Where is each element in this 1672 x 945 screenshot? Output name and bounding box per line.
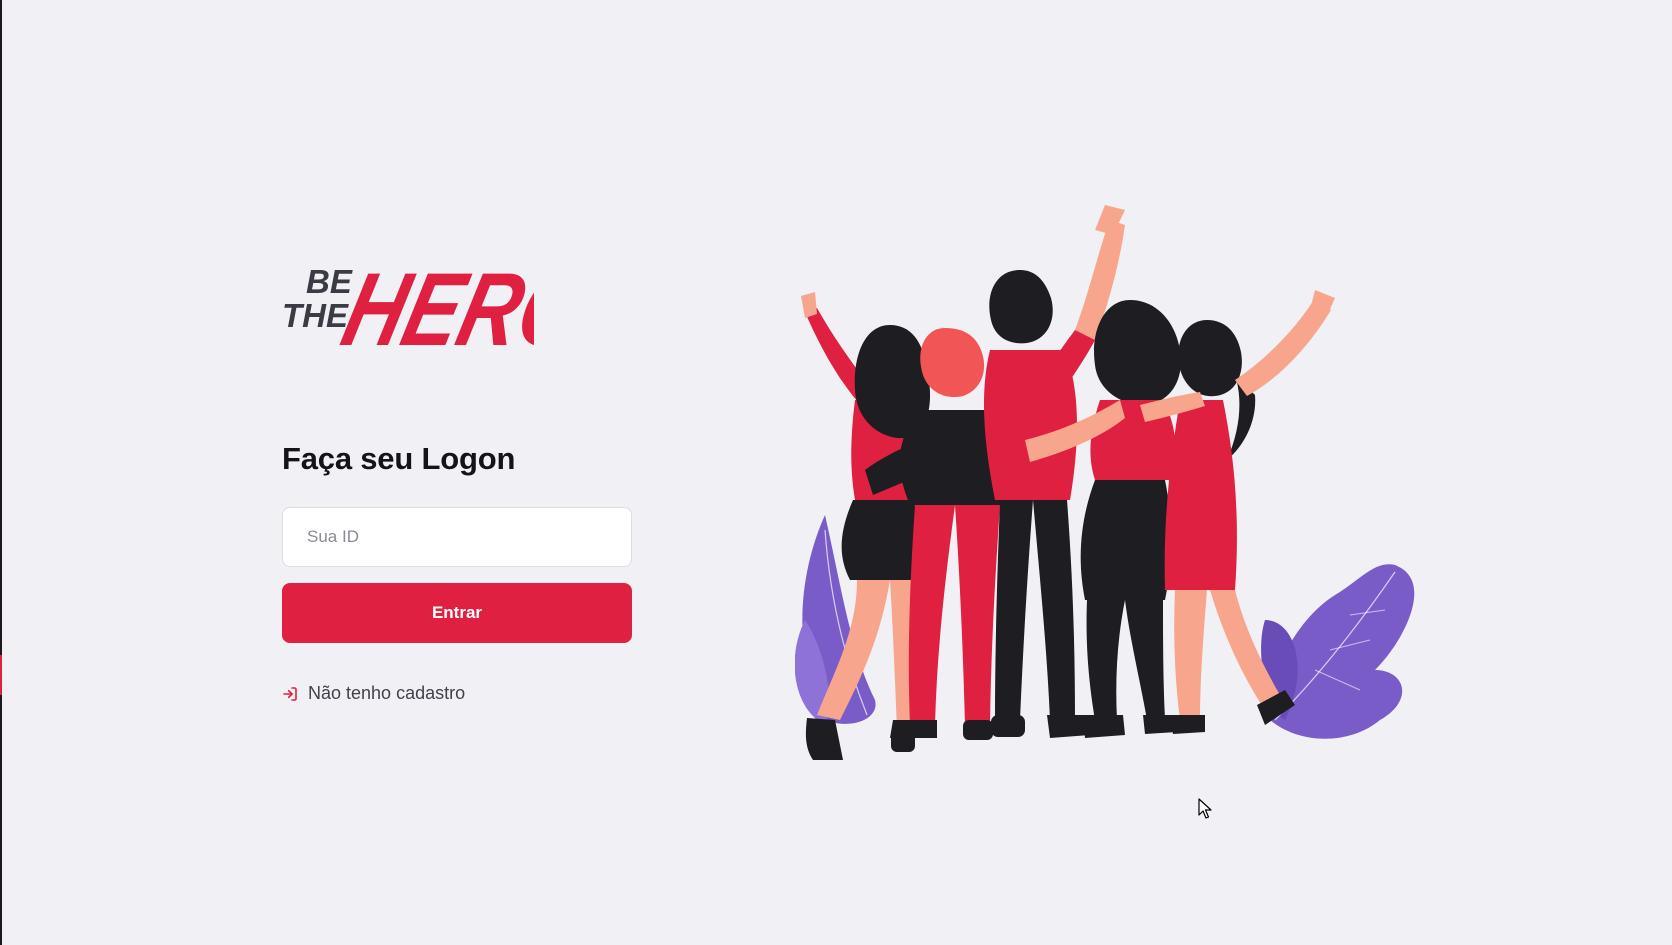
plant-right xyxy=(1261,564,1415,739)
be-the-hero-logo: BE THE HERO xyxy=(282,253,534,357)
page-title: Faça seu Logon xyxy=(282,441,516,476)
register-link[interactable]: Não tenho cadastro xyxy=(282,683,632,704)
mouse-cursor-icon xyxy=(1198,798,1212,819)
logo-text-the: THE xyxy=(282,297,349,334)
heroes-group-illustration xyxy=(795,205,1415,760)
login-button[interactable]: Entrar xyxy=(282,583,632,643)
logo-text-be: BE xyxy=(306,263,353,300)
window-left-border xyxy=(0,0,2,945)
log-in-icon xyxy=(283,686,297,701)
logo-text-hero: HERO xyxy=(332,253,534,357)
id-input[interactable] xyxy=(282,507,632,567)
logon-section: BE THE HERO Faça seu Logon Entrar Não te… xyxy=(282,245,632,704)
window-edge-indicator xyxy=(0,655,2,695)
register-link-label: Não tenho cadastro xyxy=(308,683,466,703)
